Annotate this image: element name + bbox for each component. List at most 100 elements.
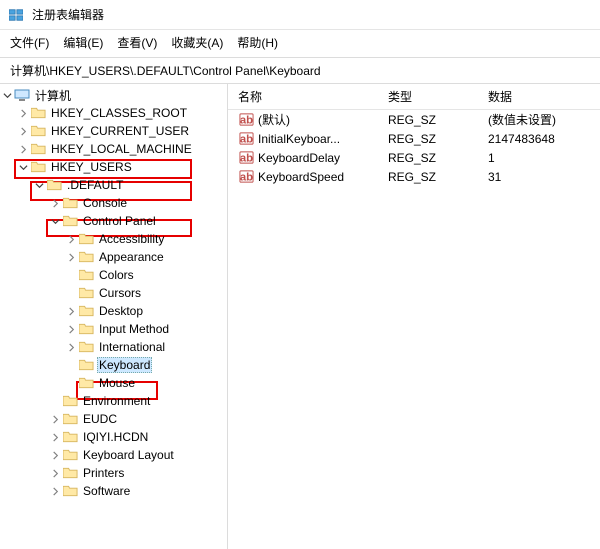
tree-node-cursors[interactable]: Cursors (0, 284, 227, 302)
tree-label: Appearance (97, 250, 166, 264)
tree-node-input-method[interactable]: Input Method (0, 320, 227, 338)
folder-icon (78, 285, 94, 301)
folder-icon (78, 321, 94, 337)
tree-label: EUDC (81, 412, 119, 426)
value-data: 1 (478, 151, 600, 165)
string-value-icon: ab (238, 150, 254, 166)
values-pane[interactable]: 名称 类型 数据 ab (默认) REG_SZ (数值未设置) ab Initi… (228, 84, 600, 549)
chevron-right-icon[interactable] (16, 142, 30, 156)
tree-node-environment[interactable]: Environment (0, 392, 227, 410)
tree-pane[interactable]: 计算机 HKEY_CLASSES_ROOT HKEY_CURRENT_USER … (0, 84, 228, 549)
svg-text:ab: ab (239, 114, 252, 126)
tree-node-hkcu[interactable]: HKEY_CURRENT_USER (0, 122, 227, 140)
tree-label: HKEY_LOCAL_MACHINE (49, 142, 194, 156)
col-header-data[interactable]: 数据 (478, 84, 600, 109)
menu-edit[interactable]: 编辑(E) (63, 34, 103, 51)
tree-node-colors[interactable]: Colors (0, 266, 227, 284)
chevron-down-icon[interactable] (32, 178, 46, 192)
tree-label: Desktop (97, 304, 145, 318)
tree-node-hklm[interactable]: HKEY_LOCAL_MACHINE (0, 140, 227, 158)
tree-node-desktop[interactable]: Desktop (0, 302, 227, 320)
list-header: 名称 类型 数据 (228, 84, 600, 110)
tree-label: Printers (81, 466, 126, 480)
tree-node-software[interactable]: Software (0, 482, 227, 500)
tree-node-root[interactable]: 计算机 (0, 86, 227, 104)
tree-node-iqiyi[interactable]: IQIYI.HCDN (0, 428, 227, 446)
menubar: 文件(F) 编辑(E) 查看(V) 收藏夹(A) 帮助(H) (0, 30, 600, 58)
regedit-icon (8, 7, 24, 23)
value-row[interactable]: ab (默认) REG_SZ (数值未设置) (228, 110, 600, 129)
value-type: REG_SZ (378, 132, 478, 146)
folder-icon (62, 429, 78, 445)
folder-icon (78, 303, 94, 319)
folder-icon (62, 465, 78, 481)
chevron-right-icon[interactable] (64, 232, 78, 246)
tree-node-control-panel[interactable]: Control Panel (0, 212, 227, 230)
tree-node-mouse[interactable]: Mouse (0, 374, 227, 392)
tree-node-hku[interactable]: HKEY_USERS (0, 158, 227, 176)
svg-text:ab: ab (239, 152, 252, 164)
tree-label: Keyboard Layout (81, 448, 176, 462)
chevron-right-icon[interactable] (64, 250, 78, 264)
chevron-right-icon[interactable] (48, 448, 62, 462)
chevron-down-icon[interactable] (48, 214, 62, 228)
folder-icon (78, 375, 94, 391)
folder-icon (78, 231, 94, 247)
chevron-right-icon[interactable] (64, 304, 78, 318)
tree-label: Environment (81, 394, 152, 408)
chevron-right-icon[interactable] (16, 124, 30, 138)
value-row[interactable]: ab KeyboardDelay REG_SZ 1 (228, 148, 600, 167)
folder-icon (78, 249, 94, 265)
tree-node-appearance[interactable]: Appearance (0, 248, 227, 266)
tree-label: Accessibility (97, 232, 166, 246)
folder-icon (78, 267, 94, 283)
chevron-right-icon[interactable] (64, 340, 78, 354)
chevron-right-icon[interactable] (64, 322, 78, 336)
chevron-right-icon[interactable] (16, 106, 30, 120)
tree-node-hkcr[interactable]: HKEY_CLASSES_ROOT (0, 104, 227, 122)
value-name: KeyboardSpeed (258, 170, 344, 184)
value-data: 31 (478, 170, 600, 184)
pc-icon (14, 87, 30, 103)
chevron-right-icon[interactable] (48, 412, 62, 426)
tree-node-console[interactable]: Console (0, 194, 227, 212)
value-name: KeyboardDelay (258, 151, 340, 165)
folder-icon (78, 357, 94, 373)
folder-icon (62, 393, 78, 409)
tree-node-keyboard-layout[interactable]: Keyboard Layout (0, 446, 227, 464)
tree-label: .DEFAULT (65, 178, 125, 192)
menu-view[interactable]: 查看(V) (117, 34, 157, 51)
address-bar[interactable]: 计算机\HKEY_USERS\.DEFAULT\Control Panel\Ke… (0, 58, 600, 84)
tree-label: Software (81, 484, 132, 498)
tree-node-accessibility[interactable]: Accessibility (0, 230, 227, 248)
value-row[interactable]: ab KeyboardSpeed REG_SZ 31 (228, 167, 600, 186)
folder-icon (62, 447, 78, 463)
tree-node-default[interactable]: .DEFAULT (0, 176, 227, 194)
tree-label: HKEY_CURRENT_USER (49, 124, 191, 138)
tree-label: Control Panel (81, 214, 158, 228)
chevron-down-icon[interactable] (16, 160, 30, 174)
chevron-right-icon[interactable] (48, 430, 62, 444)
value-row[interactable]: ab InitialKeyboar... REG_SZ 2147483648 (228, 129, 600, 148)
menu-file[interactable]: 文件(F) (10, 34, 49, 51)
content: 计算机 HKEY_CLASSES_ROOT HKEY_CURRENT_USER … (0, 84, 600, 549)
chevron-right-icon[interactable] (48, 484, 62, 498)
tree-node-keyboard[interactable]: Keyboard (0, 356, 227, 374)
value-name: (默认) (258, 111, 290, 128)
tree-label: 计算机 (33, 87, 73, 104)
col-header-name[interactable]: 名称 (228, 84, 378, 109)
tree-node-international[interactable]: International (0, 338, 227, 356)
folder-icon (30, 141, 46, 157)
col-header-type[interactable]: 类型 (378, 84, 478, 109)
value-data: 2147483648 (478, 132, 600, 146)
chevron-down-icon[interactable] (0, 88, 14, 102)
tree-label: Colors (97, 268, 136, 282)
chevron-right-icon[interactable] (48, 196, 62, 210)
tree-node-eudc[interactable]: EUDC (0, 410, 227, 428)
menu-favorites[interactable]: 收藏夹(A) (171, 34, 223, 51)
tree-node-printers[interactable]: Printers (0, 464, 227, 482)
menu-help[interactable]: 帮助(H) (237, 34, 278, 51)
chevron-right-icon[interactable] (48, 466, 62, 480)
folder-icon (78, 339, 94, 355)
folder-icon (30, 123, 46, 139)
